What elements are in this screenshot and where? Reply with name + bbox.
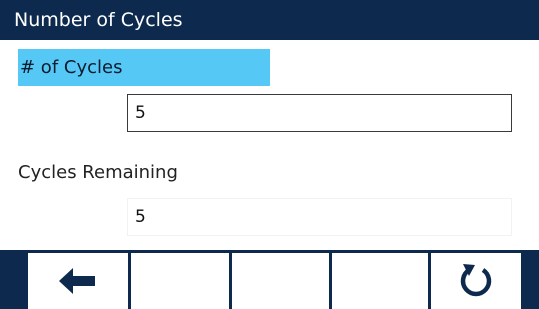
softkey-3[interactable] <box>232 253 329 309</box>
cycles-remaining-label: Cycles Remaining <box>18 162 178 183</box>
cycles-remaining-value: 5 <box>127 198 512 236</box>
refresh-icon <box>459 262 493 300</box>
softkey-4[interactable] <box>332 253 428 309</box>
cycles-label[interactable]: # of Cycles <box>18 49 270 86</box>
page-title: Number of Cycles <box>0 0 539 40</box>
left-arrow-icon <box>59 268 97 294</box>
softkey-2[interactable] <box>131 253 229 309</box>
reset-softkey[interactable] <box>431 253 521 309</box>
back-softkey[interactable] <box>28 253 128 309</box>
cycles-input[interactable]: 5 <box>127 94 512 132</box>
